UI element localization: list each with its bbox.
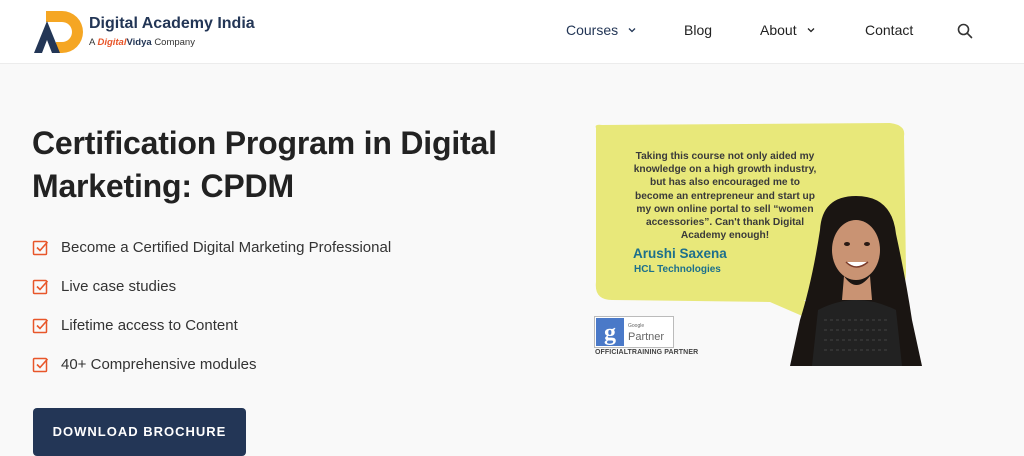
site-logo[interactable]: Digital Academy India A DigitalVidya Com…: [32, 9, 262, 55]
tagline-prefix: A: [89, 37, 95, 48]
checkbox-icon: [32, 318, 49, 334]
feature-text: Lifetime access to Content: [61, 317, 238, 334]
tagline-suffix: Company: [154, 37, 195, 48]
nav-blog-label: Blog: [684, 22, 713, 38]
nav-about[interactable]: About: [760, 22, 816, 38]
tagline-brand-vidya: Vidya: [126, 37, 152, 48]
nav-courses-label: Courses: [566, 22, 619, 38]
tagline-brand-digital: Digital: [97, 37, 127, 48]
feature-list: Become a Certified Digital Marketing Pro…: [32, 237, 391, 393]
feature-text: 40+ Comprehensive modules: [61, 356, 257, 373]
chevron-down-icon: [807, 28, 815, 33]
badge-google-label: Google: [628, 323, 644, 329]
google-partner-badge: g Google Partner: [594, 316, 674, 348]
badge-partner-label: Partner: [628, 331, 664, 343]
feature-item: Become a Certified Digital Marketing Pro…: [32, 237, 391, 276]
chevron-down-icon: [628, 28, 636, 33]
nav-contact[interactable]: Contact: [865, 22, 913, 38]
nav-blog[interactable]: Blog: [684, 22, 712, 38]
feature-item: 40+ Comprehensive modules: [32, 354, 391, 393]
feature-text: Live case studies: [61, 278, 177, 295]
checkbox-icon: [32, 240, 49, 256]
nav-courses[interactable]: Courses: [566, 22, 637, 38]
checkbox-icon: [32, 357, 49, 373]
page-title: Certification Program in Digital Marketi…: [32, 125, 497, 204]
testimonial-company: HCL Technologies: [634, 264, 721, 275]
site-header: Digital Academy India A DigitalVidya Com…: [0, 0, 1024, 64]
logo-title: Digital Academy India: [89, 15, 255, 32]
logo-mark-icon: [34, 11, 83, 53]
logo-tagline: A DigitalVidya Company: [89, 37, 195, 48]
search-icon[interactable]: [957, 23, 973, 39]
partner-caption: OFFICIALTRAINING PARTNER: [595, 349, 699, 356]
feature-item: Lifetime access to Content: [32, 315, 391, 354]
nav-about-label: About: [760, 22, 797, 38]
nav-contact-label: Contact: [865, 22, 914, 38]
testimonial-name: Arushi Saxena: [633, 246, 727, 261]
checkbox-icon: [32, 279, 49, 295]
feature-item: Live case studies: [32, 276, 391, 315]
testimonial-image: Taking this course not only aided my kno…: [590, 122, 925, 367]
feature-text: Become a Certified Digital Marketing Pro…: [61, 239, 392, 256]
download-brochure-button[interactable]: DOWNLOAD BROCHURE: [33, 408, 246, 456]
person-photo: [790, 196, 922, 366]
svg-text:g: g: [604, 320, 616, 346]
